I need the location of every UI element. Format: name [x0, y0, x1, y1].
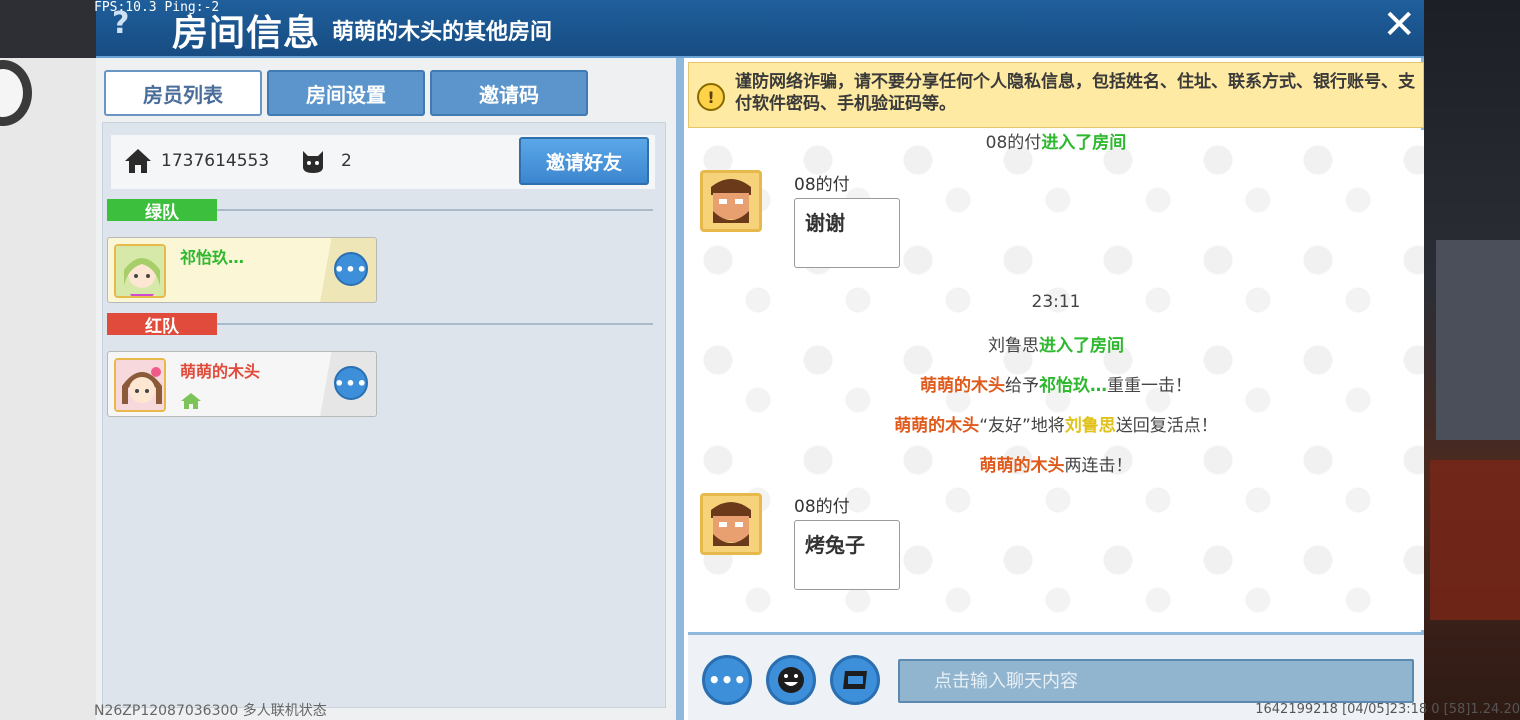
- player-count: 2: [341, 151, 352, 171]
- chat-sender: 08的付: [794, 497, 850, 517]
- player-name: 08的付: [985, 133, 1042, 153]
- system-message: 萌萌的木头“友好”地将刘鲁思送回复活点！: [684, 411, 1428, 436]
- system-verb: 给予: [1005, 376, 1039, 396]
- system-action: 进入了房间: [1041, 133, 1127, 153]
- system-verb: 地将: [1030, 416, 1065, 436]
- footer-info: 1642199218 [04/05]23:18 0 [58]1.24.20: [1255, 702, 1520, 717]
- build-status: N26ZP12087036300 多人联机状态: [94, 703, 327, 719]
- chat-bubble: 谢谢: [794, 198, 900, 268]
- warning-icon: !: [697, 83, 725, 111]
- team-label-green: 绿队: [107, 199, 217, 223]
- player-name: 刘鲁思: [1064, 416, 1116, 436]
- close-icon[interactable]: ✕: [1382, 2, 1416, 48]
- member-more-button[interactable]: •••: [334, 252, 368, 286]
- chat-input[interactable]: [898, 659, 1414, 703]
- system-quote: “友好”: [979, 416, 1031, 436]
- system-message: 萌萌的木头两连击！: [684, 451, 1428, 476]
- avatar[interactable]: [700, 170, 762, 232]
- smiley-icon: [778, 667, 804, 693]
- team-label-red: 红队: [107, 313, 217, 337]
- system-result: 送回复活点！: [1115, 416, 1218, 436]
- house-icon: [125, 149, 151, 173]
- room-info-bar: 1737614553 2 邀请好友: [111, 135, 655, 189]
- system-message: 08的付进入了房间: [684, 128, 1428, 153]
- avatar: [114, 358, 166, 412]
- system-message: 萌萌的木头给予祁怡玖…重重一击！: [684, 371, 1428, 396]
- chat-panel: ! 谨防网络诈骗，请不要分享任何个人隐私信息，包括姓名、住址、联系方式、银行账号…: [680, 58, 1424, 720]
- player-name: 萌萌的木头: [920, 376, 1005, 396]
- tab-member-list[interactable]: 房员列表: [104, 70, 262, 116]
- host-house-icon: [181, 393, 201, 409]
- warning-text: 谨防网络诈骗，请不要分享任何个人隐私信息，包括姓名、住址、联系方式、银行账号、支…: [735, 72, 1415, 114]
- avatar[interactable]: [700, 493, 762, 555]
- member-card[interactable]: 祁怡玖… •••: [107, 237, 377, 303]
- system-message: 刘鲁思进入了房间: [684, 331, 1428, 356]
- system-result: 重重一击！: [1107, 376, 1192, 396]
- player-name: 祁怡玖…: [1039, 376, 1107, 396]
- player-name: 刘鲁思: [988, 336, 1039, 356]
- member-more-button[interactable]: •••: [334, 366, 368, 400]
- player-name: 萌萌的木头: [979, 456, 1065, 476]
- divider: [217, 209, 653, 211]
- avatar: [114, 244, 166, 298]
- background-brick: [1430, 460, 1520, 620]
- member-panel: 房员列表 房间设置 邀请码 1737614553 2 邀请好友 绿队 祁怡玖… …: [96, 58, 680, 720]
- chat-more-button[interactable]: •••: [702, 655, 752, 705]
- player-name: 萌萌的木头: [894, 416, 980, 436]
- system-result: 两连击！: [1064, 456, 1133, 476]
- member-name: 萌萌的木头: [180, 362, 261, 381]
- fraud-warning-banner: ! 谨防网络诈骗，请不要分享任何个人隐私信息，包括姓名、住址、联系方式、银行账号…: [688, 62, 1424, 128]
- other-rooms-link[interactable]: 萌萌的木头的其他房间: [332, 14, 552, 46]
- emoji-button[interactable]: [766, 655, 816, 705]
- member-list-area: 1737614553 2 邀请好友 绿队 祁怡玖… ••• 红队 萌萌的木头 •…: [102, 122, 666, 708]
- member-name: 祁怡玖…: [180, 248, 245, 267]
- tab-invite-code[interactable]: 邀请码: [430, 70, 588, 116]
- room-id: 1737614553: [161, 151, 270, 171]
- member-card[interactable]: 萌萌的木头 •••: [107, 351, 377, 417]
- players-icon: [303, 151, 323, 173]
- background-wall: [1436, 240, 1520, 440]
- tab-room-settings[interactable]: 房间设置: [267, 70, 425, 116]
- system-action: 进入了房间: [1039, 336, 1124, 356]
- divider: [217, 323, 653, 325]
- keyboard-icon: [843, 671, 867, 689]
- fps-readout: FPS:10.3 Ping:-2: [94, 0, 220, 15]
- chat-sender: 08的付: [794, 175, 850, 195]
- keyboard-button[interactable]: [830, 655, 880, 705]
- chat-bubble: 烤兔子: [794, 520, 900, 590]
- chat-timestamp: 23:11: [1031, 292, 1081, 312]
- title-bar: ? 房间信息 萌萌的木头的其他房间 ✕: [96, 0, 1424, 58]
- background-left-top: [0, 0, 96, 58]
- invite-friends-button[interactable]: 邀请好友: [519, 137, 649, 185]
